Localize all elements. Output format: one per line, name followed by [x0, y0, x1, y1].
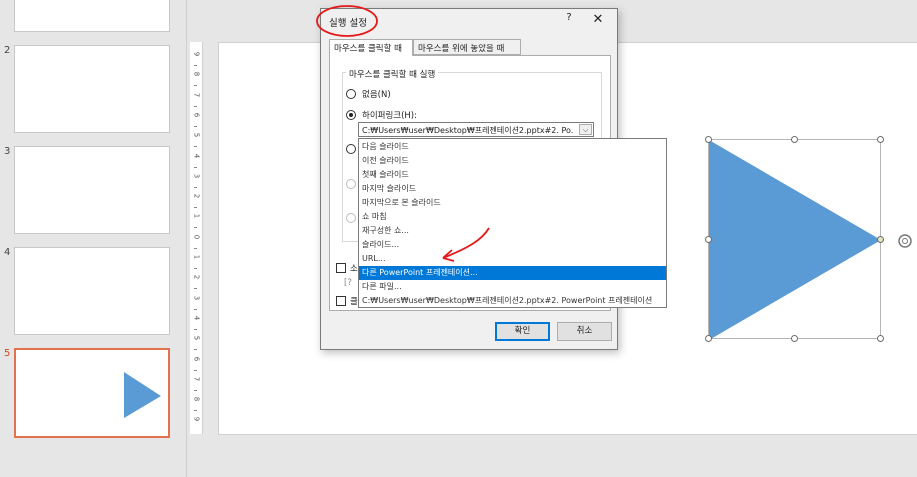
cancel-button[interactable]: 취소: [557, 322, 612, 341]
resize-handle-s[interactable]: [791, 335, 798, 342]
slide-number-4: 4: [4, 247, 11, 258]
resize-handle-sw[interactable]: [705, 335, 712, 342]
radio-none[interactable]: [346, 89, 356, 99]
dialog-title: 실행 설정: [329, 18, 367, 29]
resize-handle-nw[interactable]: [705, 136, 712, 143]
dropdown-option[interactable]: 쇼 마침: [359, 210, 666, 224]
resize-handle-ne[interactable]: [877, 136, 884, 143]
ruler-tick: [194, 166, 197, 168]
ruler-tick: [194, 268, 197, 269]
resize-handle-se[interactable]: [877, 335, 884, 342]
dropdown-option[interactable]: 슬라이드...: [359, 238, 666, 252]
ruler-label: 1: [192, 214, 201, 219]
ruler-tick: [194, 349, 197, 351]
help-button[interactable]: ?: [562, 12, 576, 28]
slide-number-5: 5: [4, 348, 11, 359]
ruler-tick: [194, 410, 197, 412]
ruler-tick: [194, 125, 197, 127]
highlight-click-label: 클: [350, 297, 358, 307]
ruler-tick: [194, 389, 197, 391]
dropdown-option[interactable]: C:₩Users₩user₩Desktop₩프레젠테이션2.pptx#2. Po…: [359, 294, 666, 308]
ruler-tick: [194, 227, 197, 229]
ruler-label: 4: [192, 315, 201, 321]
ruler-label: 9: [192, 417, 201, 422]
dropdown-option[interactable]: 마지막으로 본 슬라이드: [359, 196, 666, 210]
tab-mouse-over[interactable]: 마우스를 위에 놓았을 때: [413, 39, 521, 55]
ruler-label: 9: [192, 51, 201, 57]
sound-select[interactable]: [?: [344, 278, 352, 288]
tab-mouse-click[interactable]: 마우스를 클릭할 때: [329, 39, 413, 56]
hyperlink-dropdown-list[interactable]: 다음 슬라이드 이전 슬라이드 첫째 슬라이드 마지막 슬라이드 마지막으로 본 슬라이…: [358, 138, 667, 308]
radio-object-action: [346, 213, 356, 223]
ruler-tick: [194, 207, 197, 209]
resize-handle-w[interactable]: [705, 236, 712, 243]
ruler-label: 4: [192, 153, 201, 158]
slide-number-3: 3: [4, 146, 11, 157]
dropdown-option[interactable]: URL...: [359, 252, 666, 266]
dropdown-option[interactable]: 첫째 슬라이드: [359, 168, 666, 182]
chevron-down-icon[interactable]: ⌵: [579, 124, 592, 135]
slide-thumbnail-4[interactable]: [14, 247, 170, 335]
ruler-label: 7: [192, 92, 201, 97]
radio-run-program[interactable]: [346, 144, 356, 154]
group-label: 마우스를 클릭할 때 실행: [346, 68, 439, 80]
resize-handle-e[interactable]: [877, 236, 884, 243]
radio-hyperlink-label: 하이퍼링크(H):: [362, 111, 417, 121]
ruler-tick: [194, 105, 197, 107]
slide-thumbnail-1[interactable]: [14, 0, 170, 32]
slide-number-2: 2: [4, 45, 11, 56]
highlight-click-checkbox[interactable]: [336, 296, 346, 306]
ruler-tick: [194, 369, 197, 371]
resize-handle-n[interactable]: [791, 136, 798, 143]
dropdown-option[interactable]: 이전 슬라이드: [359, 154, 666, 168]
triangle-shape[interactable]: [709, 140, 882, 340]
ruler-tick: [194, 146, 197, 148]
ruler-label: 0: [192, 234, 201, 239]
ruler-label: 6: [192, 356, 201, 361]
dropdown-option[interactable]: 재구성한 쇼...: [359, 224, 666, 238]
ruler-tick: [194, 308, 197, 310]
play-sound-label: 소: [350, 264, 358, 274]
ruler-tick: [194, 247, 197, 249]
ruler-label: 5: [192, 132, 201, 138]
ruler-label: 3: [192, 173, 201, 179]
ruler-label: 5: [192, 335, 201, 341]
ruler-label: 1: [192, 254, 201, 260]
ok-button[interactable]: 확인: [495, 322, 550, 341]
ruler-label: 7: [192, 376, 201, 382]
slide-thumbnails-pane: 2 3 4 5: [0, 0, 187, 477]
dropdown-option[interactable]: 다음 슬라이드: [359, 140, 666, 154]
slide-thumbnail-5[interactable]: [14, 348, 170, 438]
ruler-label: 8: [192, 72, 201, 77]
dropdown-option[interactable]: 마지막 슬라이드: [359, 182, 666, 196]
vertical-ruler: 9 8 7 6 5 4 3 2 1 0 1 2 3 4 5 6 7 8 9: [190, 42, 203, 434]
ruler-tick: [194, 85, 197, 87]
thumbnail-triangle-shape: [124, 372, 161, 418]
radio-run-macro: [346, 179, 356, 189]
hyperlink-combobox[interactable]: C:₩Users₩user₩Desktop₩프레젠테이션2.pptx#2. Po…: [358, 122, 594, 137]
ruler-tick: [194, 288, 197, 290]
close-button[interactable]: ✕: [589, 11, 607, 29]
shape-selection-box[interactable]: [705, 136, 912, 342]
ruler-label: 2: [192, 193, 201, 199]
radio-none-label: 없음(N): [362, 90, 391, 100]
radio-hyperlink[interactable]: [346, 110, 356, 120]
dropdown-option[interactable]: 다른 파일...: [359, 280, 666, 294]
slide-thumbnail-2[interactable]: [14, 45, 170, 133]
dropdown-option[interactable]: 다른 PowerPoint 프레젠테이션...: [359, 266, 666, 280]
hyperlink-value: C:₩Users₩user₩Desktop₩프레젠테이션2.pptx#2. Po…: [362, 126, 574, 135]
play-sound-checkbox[interactable]: [336, 263, 346, 273]
slide-thumbnail-3[interactable]: [14, 146, 170, 234]
ruler-label: 8: [192, 396, 201, 402]
rotate-handle-icon[interactable]: [897, 232, 915, 250]
ruler-label: 6: [192, 112, 201, 118]
ruler-tick: [194, 186, 197, 188]
ruler-label: 3: [192, 295, 201, 300]
ruler-tick: [194, 328, 197, 330]
ruler-label: 2: [192, 275, 201, 280]
ruler-tick: [194, 65, 197, 66]
